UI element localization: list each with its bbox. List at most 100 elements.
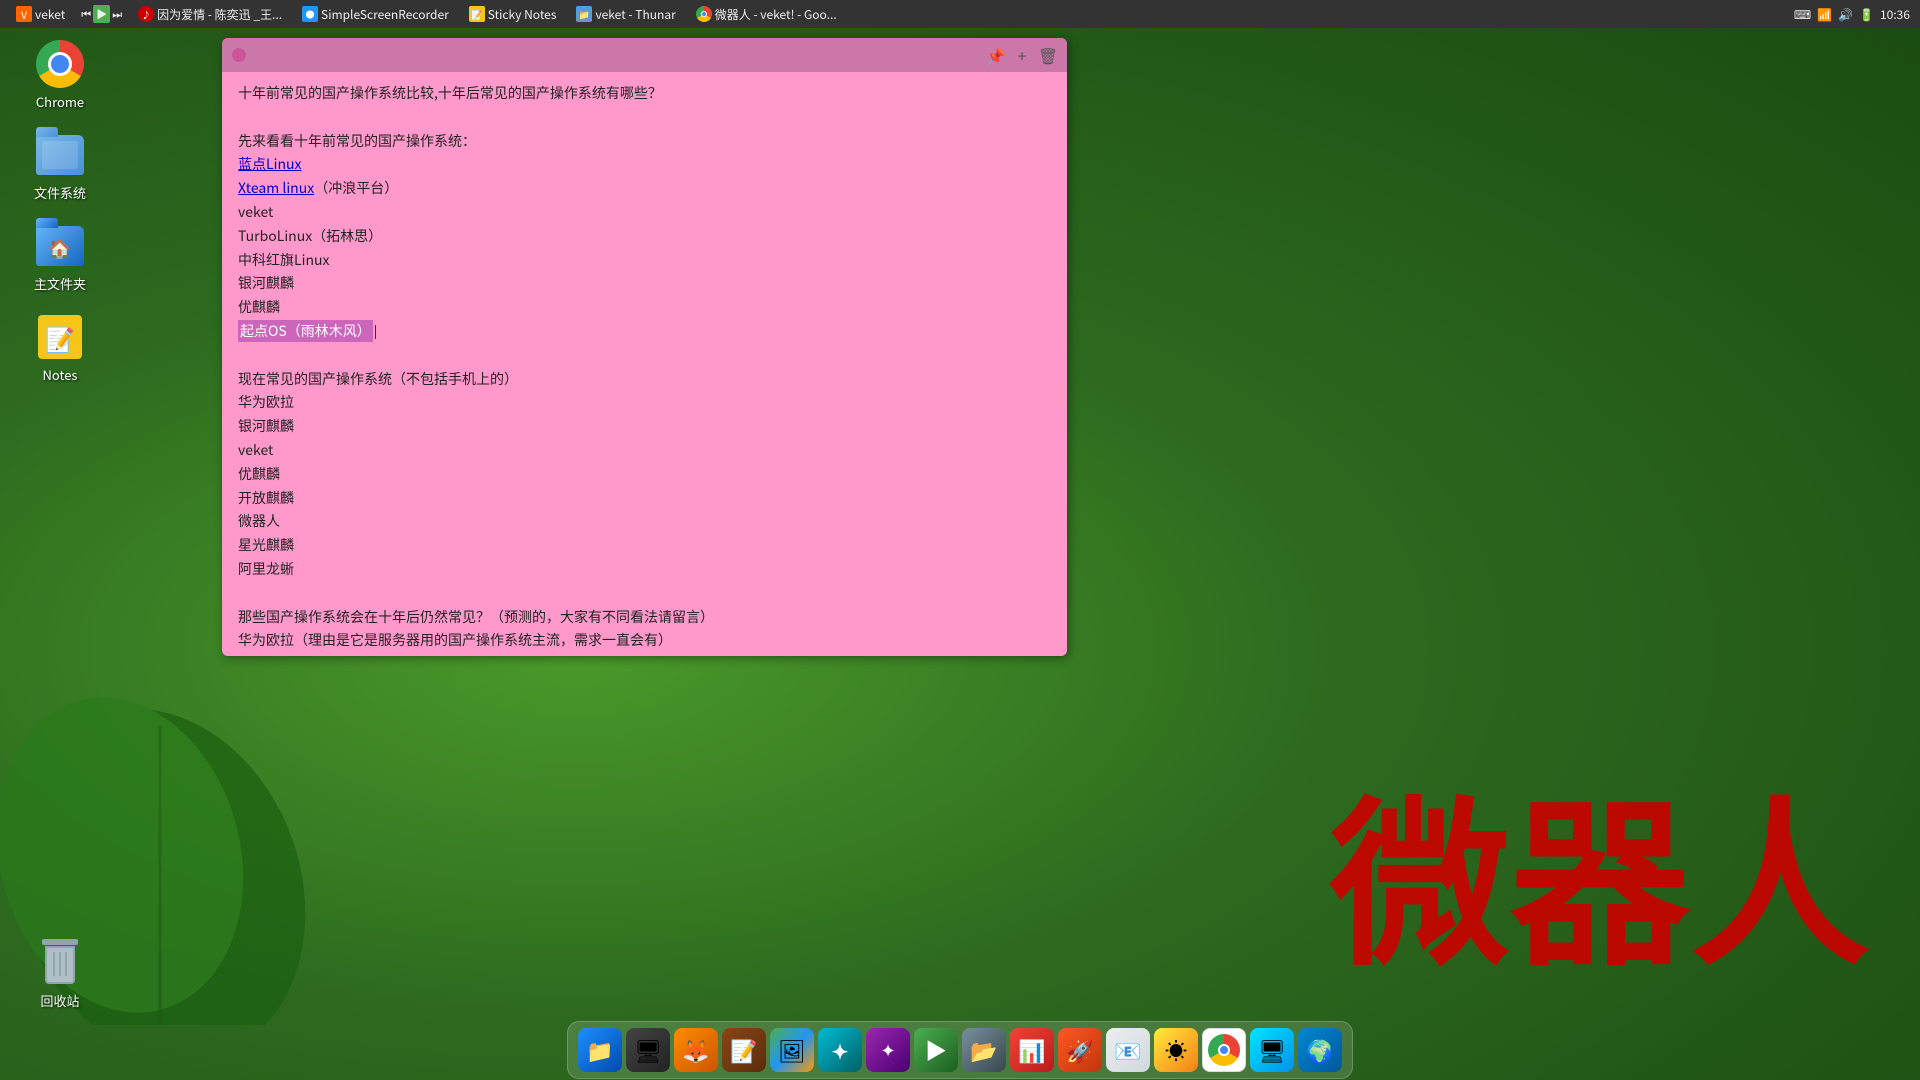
taskbar-app-notes[interactable]: 📝 Sticky Notes [461, 4, 565, 25]
taskbar-app-veket[interactable]: V veket [8, 4, 73, 25]
sticky-add-button[interactable]: + [1013, 46, 1031, 64]
item-turbolinux: TurboLinux（拓林思） [238, 225, 1051, 249]
taskbar-media-controls[interactable]: ⏮ ▶ ⏭ [77, 3, 126, 25]
tray-volume: 🔊 [1838, 6, 1853, 23]
taskbar-label-notes: Sticky Notes [488, 6, 557, 23]
dock-item-browser[interactable]: 🦊 [674, 1028, 718, 1072]
dock-item-globe[interactable]: 🌍 [1298, 1028, 1342, 1072]
dock-item-launcher[interactable]: 🚀 [1058, 1028, 1102, 1072]
trash-icon [38, 939, 82, 987]
taskbar-app-recorder[interactable]: ● SimpleScreenRecorder [294, 4, 457, 25]
desktop-icon-notes[interactable]: 📝 Notes [20, 313, 100, 384]
home-icon: 🏠 [36, 226, 84, 266]
sticky-controls: 📌 + 🗑 [987, 46, 1057, 64]
taskbar-label-thunar: veket - Thunar [595, 6, 675, 23]
desktop-icon-home[interactable]: 🏠 主文件夹 [20, 222, 100, 293]
watermark-text: 微器人 [1330, 739, 1870, 1000]
filesystem-label: 文件系统 [34, 183, 86, 202]
filesystem-icon [36, 135, 84, 175]
sticky-delete-button[interactable]: 🗑 [1039, 46, 1057, 64]
globe-dock-icon: 🌍 [1306, 1034, 1333, 1066]
taskbar-bottom: 📁 🖥 🦊 📝 🖼 ✦ ✦ ▶ 📂 [0, 1020, 1920, 1080]
sticky-notes-window: 📌 + 🗑 十年前常见的国产操作系统比较,十年后常见的国产操作系统有哪些？ 先来… [222, 38, 1067, 656]
content-prediction-title: 那些国产操作系统会在十年后仍然常见？（预测的，大家有不同看法请留言） [238, 606, 1051, 630]
music-icon: ♪ [138, 6, 154, 22]
dock-item-filemanager[interactable]: 📁 [578, 1028, 622, 1072]
media-forward-icon[interactable]: ⏭ [112, 6, 122, 22]
sticky-content[interactable]: 十年前常见的国产操作系统比较,十年后常见的国产操作系统有哪些？ 先来看看十年前常… [222, 72, 1067, 656]
taskbar-label-music: 因为爱情 - 陈奕迅 _王... [157, 6, 282, 23]
tray-network: 📶 [1817, 6, 1832, 23]
thunar-icon: 📁 [576, 6, 592, 22]
taskbar-label-chrome: 微器人 - veket! - Goo... [715, 6, 837, 23]
dock-item-imageviewer[interactable]: 🖼 [770, 1028, 814, 1072]
taskbar-app-chrome[interactable]: 微器人 - veket! - Goo... [688, 4, 845, 25]
notes-icon: 📝 [38, 315, 82, 359]
browser-dock-icon: 🦊 [682, 1034, 709, 1066]
notes-taskbar-icon: 📝 [469, 6, 485, 22]
item-veket-1: veket [238, 201, 1051, 225]
dock-item-chart[interactable]: 📊 [1010, 1028, 1054, 1072]
taskbar-top: V veket ⏮ ▶ ⏭ ♪ 因为爱情 - 陈奕迅 _王... ● Simpl… [0, 0, 1920, 28]
tray-battery: 🔋 [1859, 6, 1874, 23]
content-current-title: 现在常见的国产操作系统（不包括手机上的） [238, 368, 1051, 392]
dock-item-editor[interactable]: 📝 [722, 1028, 766, 1072]
dock-item-mediaplayer[interactable]: ▶ [914, 1028, 958, 1072]
imageviewer-dock-icon: 🖼 [778, 1034, 806, 1066]
item-starqilin: 星光麒麟 [238, 534, 1051, 558]
desktop-icon-trash[interactable]: 回收站 [20, 939, 100, 1010]
dock-item-settings[interactable]: ✦ [818, 1028, 862, 1072]
item-galaxy-1: 银河麒麟 [238, 272, 1051, 296]
dock-item-brightness[interactable]: ☀ [1154, 1028, 1198, 1072]
filemanager-dock-icon: 📁 [586, 1034, 613, 1066]
desktop-icon-filesystem[interactable]: 文件系统 [20, 131, 100, 202]
taskbar-app-thunar[interactable]: 📁 veket - Thunar [568, 4, 683, 25]
home-label: 主文件夹 [34, 274, 86, 293]
veket-icon: V [16, 6, 32, 22]
taskbar-label-recorder: SimpleScreenRecorder [321, 6, 449, 23]
content-title: 十年前常见的国产操作系统比较,十年后常见的国产操作系统有哪些？ [238, 82, 1051, 106]
taskbar-system-tray: ⌨ 📶 🔊 🔋 10:36 [1784, 6, 1920, 23]
item-veket-2: veket [238, 439, 1051, 463]
chart-dock-icon: 📊 [1018, 1034, 1045, 1066]
item-galaxy-2: 银河麒麟 [238, 415, 1051, 439]
item-youqilin-2: 优麒麟 [238, 463, 1051, 487]
item-alibaba: 阿里龙蜥 [238, 558, 1051, 582]
notes-label: Notes [42, 365, 77, 384]
network-dock-icon: ✦ [880, 1037, 895, 1063]
dock-item-thunar[interactable]: 📂 [962, 1028, 1006, 1072]
item-pred-galaxy: 银河麒麟（它和veket在十年前到现在依然常见，十年后大概率仍然是的） [238, 653, 1051, 656]
media-play-icon[interactable]: ▶ [93, 5, 110, 23]
dock-item-mail[interactable]: 📧 [1106, 1028, 1150, 1072]
item-youqilin-1: 优麒麟 [238, 296, 1051, 320]
desktop-icon-chrome[interactable]: Chrome [20, 40, 100, 111]
tray-time: 10:36 [1880, 6, 1910, 23]
taskbar-apps: V veket ⏮ ▶ ⏭ ♪ 因为爱情 - 陈奕迅 _王... ● Simpl… [0, 3, 853, 25]
highlighted-text: 起点OS（雨林木风） [238, 320, 373, 342]
dock-item-screenrecorder[interactable]: 🖥 [1250, 1028, 1294, 1072]
chrome-taskbar-icon [696, 6, 712, 22]
sticky-color-dot [232, 48, 246, 62]
item-landiian: 蓝点Linux [238, 153, 1051, 177]
trash-label: 回收站 [40, 991, 79, 1010]
item-redflag: 中科红旗Linux [238, 249, 1051, 273]
chrome-icon [36, 40, 84, 88]
dock-item-monitor[interactable]: 🖥 [626, 1028, 670, 1072]
settings-dock-icon: ✦ [832, 1036, 849, 1065]
item-qidian: 起点OS（雨林木风） [238, 320, 1051, 344]
sticky-pin-button[interactable]: 📌 [987, 46, 1005, 64]
tray-keyboard: ⌨ [1794, 6, 1811, 23]
item-pred-huawei: 华为欧拉（理由是它是服务器用的国产操作系统主流，需求一直会有） [238, 629, 1051, 653]
chrome-label: Chrome [36, 92, 84, 111]
dock-item-network[interactable]: ✦ [866, 1028, 910, 1072]
item-weiqiren: 微器人 [238, 510, 1051, 534]
taskbar-label-veket: veket [35, 6, 65, 23]
media-back-icon[interactable]: ⏮ [81, 6, 91, 22]
desktop-icons: Chrome 文件系统 🏠 主文件夹 📝 Notes [20, 40, 100, 384]
dock: 📁 🖥 🦊 📝 🖼 ✦ ✦ ▶ 📂 [567, 1021, 1353, 1079]
dock-item-chrome[interactable] [1202, 1028, 1246, 1072]
recorder-icon: ● [302, 6, 318, 22]
brightness-dock-icon: ☀ [1165, 1034, 1187, 1066]
taskbar-app-music[interactable]: ♪ 因为爱情 - 陈奕迅 _王... [130, 4, 290, 25]
sticky-titlebar[interactable]: 📌 + 🗑 [222, 38, 1067, 72]
